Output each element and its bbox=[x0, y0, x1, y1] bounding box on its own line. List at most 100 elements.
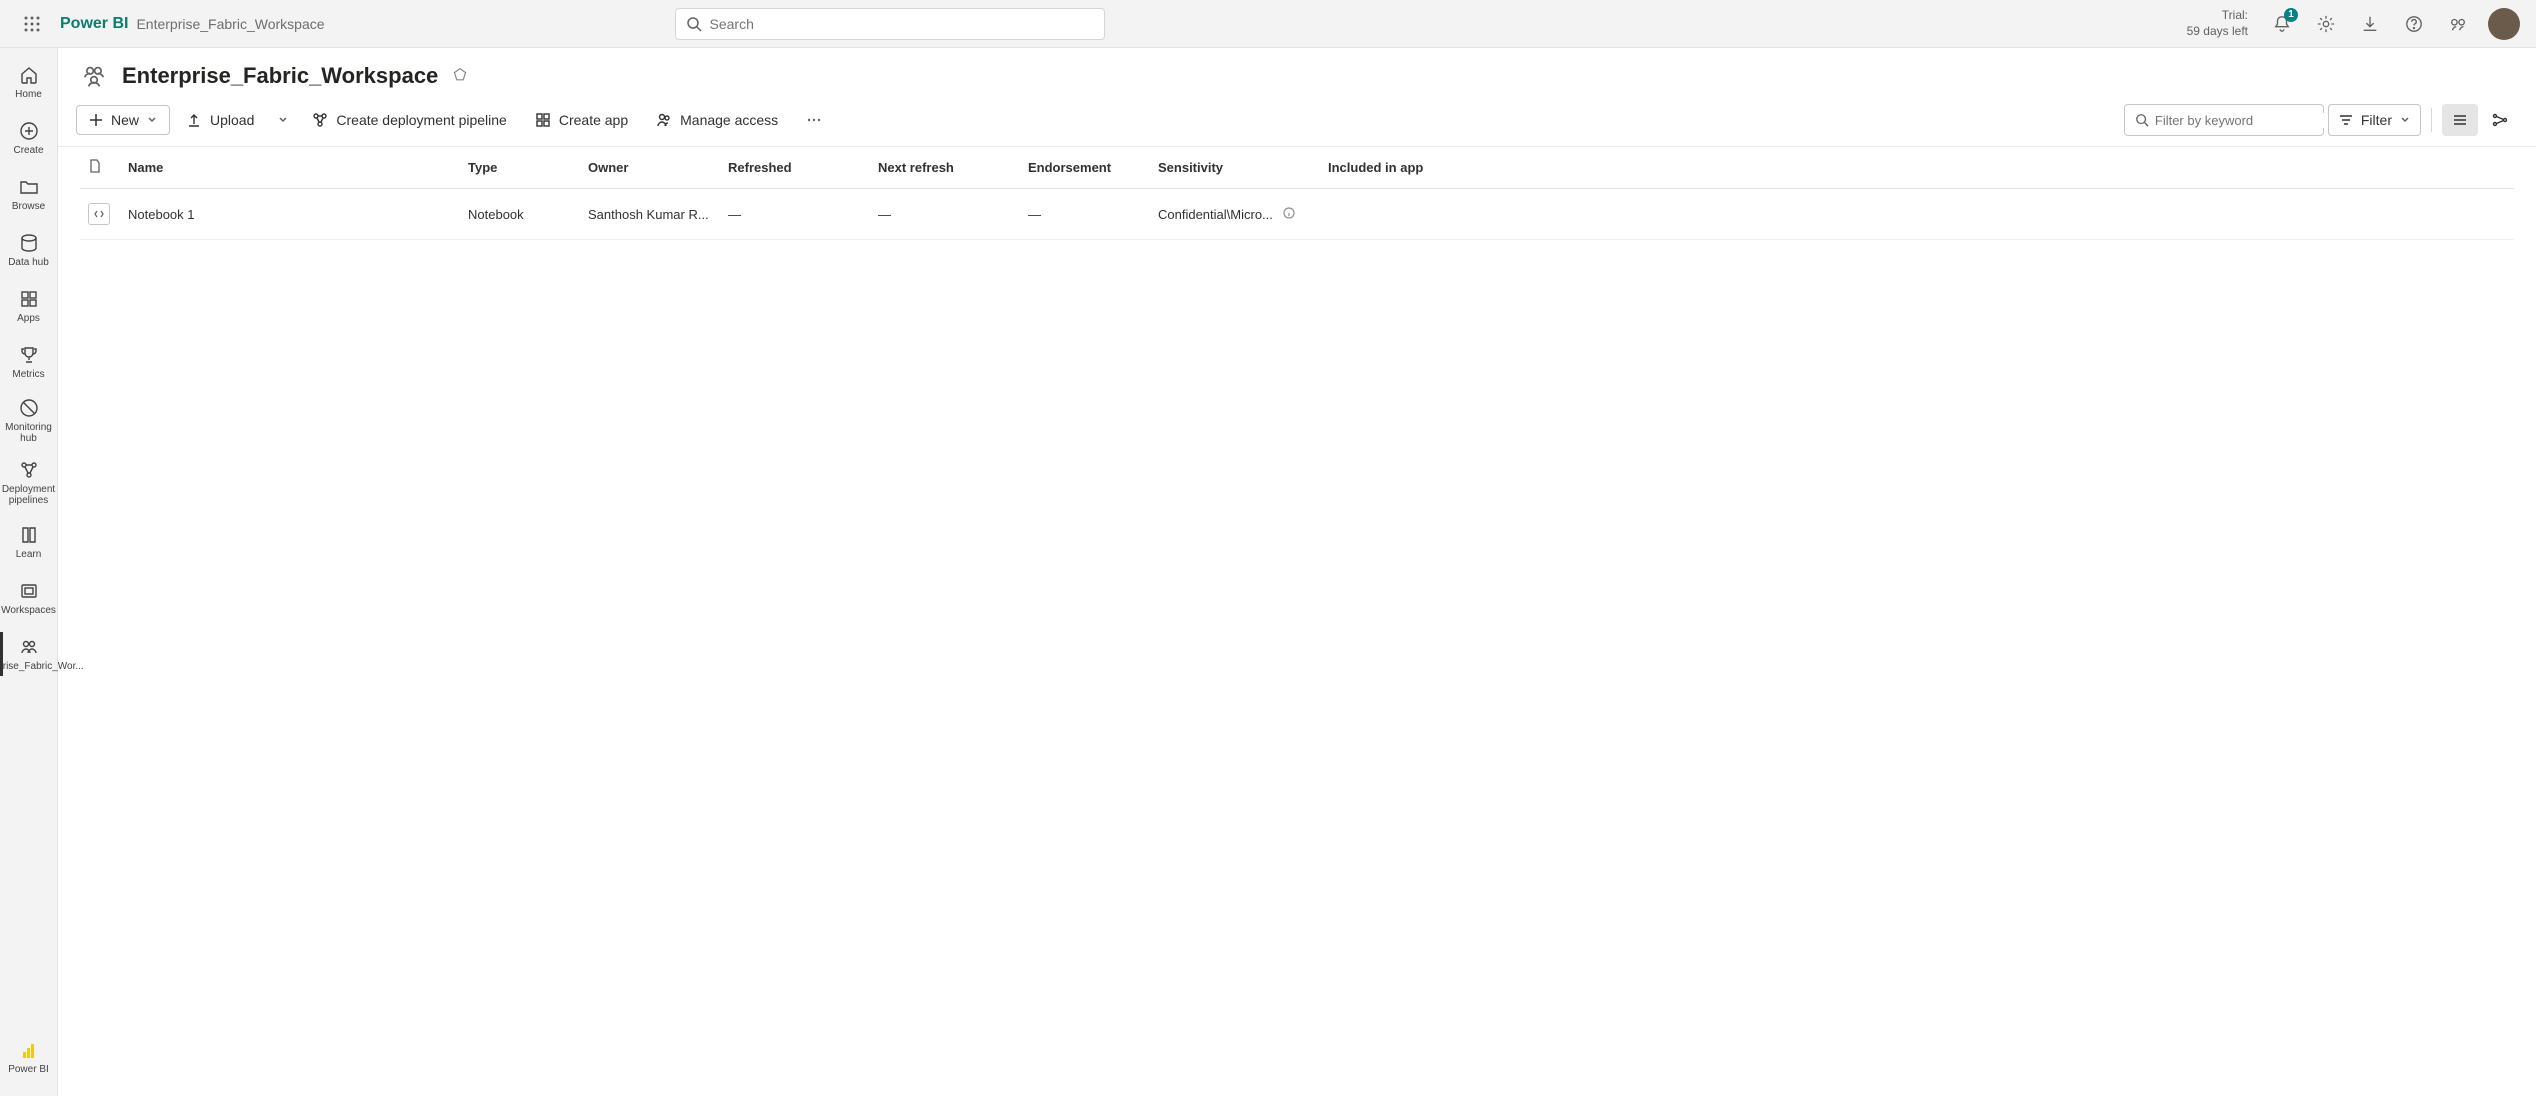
cell-refreshed: — bbox=[720, 189, 870, 240]
upload-button[interactable]: Upload bbox=[174, 106, 266, 134]
breadcrumb[interactable]: Enterprise_Fabric_Workspace bbox=[136, 16, 324, 32]
feedback-icon bbox=[2449, 15, 2467, 33]
workspace-title: Enterprise_Fabric_Workspace bbox=[122, 63, 438, 89]
nav-label: Home bbox=[15, 89, 42, 100]
datahub-icon bbox=[19, 233, 39, 253]
people-icon bbox=[656, 112, 672, 128]
new-label: New bbox=[111, 112, 139, 128]
search-icon bbox=[686, 16, 702, 32]
notification-badge: 1 bbox=[2284, 8, 2298, 22]
plus-icon bbox=[89, 113, 103, 127]
app-label: Create app bbox=[559, 112, 628, 128]
notebook-icon bbox=[88, 203, 110, 225]
manage-access-button[interactable]: Manage access bbox=[644, 106, 790, 134]
file-icon bbox=[88, 159, 102, 173]
filter-keyword-box[interactable] bbox=[2124, 104, 2324, 136]
waffle-icon bbox=[24, 16, 40, 32]
left-nav: Home Create Browse Data hub Apps Metrics… bbox=[0, 48, 58, 1096]
nav-apps[interactable]: Apps bbox=[0, 278, 57, 334]
toolbar: New Upload Create deployment pipeline Cr… bbox=[58, 100, 2536, 147]
nav-create[interactable]: Create bbox=[0, 110, 57, 166]
trial-days: 59 days left bbox=[2187, 24, 2248, 40]
download-icon bbox=[2361, 15, 2379, 33]
app-launcher-button[interactable] bbox=[8, 0, 56, 48]
filter-button[interactable]: Filter bbox=[2328, 104, 2421, 136]
cell-type: Notebook bbox=[460, 189, 580, 240]
col-sensitivity[interactable]: Sensitivity bbox=[1150, 147, 1320, 189]
nav-label: Power BI bbox=[8, 1064, 49, 1075]
nav-metrics[interactable]: Metrics bbox=[0, 334, 57, 390]
list-view-button[interactable] bbox=[2442, 104, 2478, 136]
upload-dropdown[interactable] bbox=[270, 109, 296, 131]
col-endorsement[interactable]: Endorsement bbox=[1020, 147, 1150, 189]
content-table: Name Type Owner Refreshed Next refresh E… bbox=[58, 147, 2536, 1096]
download-button[interactable] bbox=[2348, 0, 2392, 48]
app-icon bbox=[535, 112, 551, 128]
lineage-view-button[interactable] bbox=[2482, 104, 2518, 136]
create-pipeline-button[interactable]: Create deployment pipeline bbox=[300, 106, 518, 134]
cell-name[interactable]: Notebook 1 bbox=[120, 189, 460, 240]
lineage-icon bbox=[2492, 112, 2508, 128]
help-button[interactable] bbox=[2392, 0, 2436, 48]
col-icon[interactable] bbox=[80, 147, 120, 189]
chevron-down-icon bbox=[147, 115, 157, 125]
cell-included bbox=[1320, 189, 2514, 240]
notifications-button[interactable]: 1 bbox=[2260, 0, 2304, 48]
pipeline-icon bbox=[312, 112, 328, 128]
premium-icon[interactable] bbox=[452, 67, 468, 86]
more-button[interactable] bbox=[794, 106, 834, 134]
info-icon[interactable] bbox=[1283, 207, 1295, 222]
nav-label: Create bbox=[13, 145, 43, 156]
access-label: Manage access bbox=[680, 112, 778, 128]
feedback-button[interactable] bbox=[2436, 0, 2480, 48]
new-button[interactable]: New bbox=[76, 105, 170, 135]
search-icon bbox=[2135, 113, 2149, 127]
nav-label: Apps bbox=[17, 313, 40, 324]
nav-label: Learn bbox=[16, 549, 42, 560]
nav-pipelines[interactable]: Deployment pipelines bbox=[0, 452, 57, 514]
col-included[interactable]: Included in app bbox=[1320, 147, 2514, 189]
trial-label: Trial: bbox=[2187, 8, 2248, 24]
nav-label: Enterprise_Fabric_Wor... bbox=[0, 661, 84, 672]
filter-icon bbox=[2339, 113, 2353, 127]
help-icon bbox=[2405, 15, 2423, 33]
nav-label: Metrics bbox=[12, 369, 44, 380]
nav-monitoring[interactable]: Monitoring hub bbox=[0, 390, 57, 452]
more-icon bbox=[806, 112, 822, 128]
col-owner[interactable]: Owner bbox=[580, 147, 720, 189]
workspace-icon bbox=[80, 62, 108, 90]
nav-home[interactable]: Home bbox=[0, 54, 57, 110]
toolbar-divider bbox=[2431, 108, 2432, 132]
table-row[interactable]: Notebook 1 Notebook Santhosh Kumar R... … bbox=[80, 189, 2514, 240]
workspaces-icon bbox=[19, 581, 39, 601]
top-header: Power BI Enterprise_Fabric_Workspace Tri… bbox=[0, 0, 2536, 48]
nav-label: Browse bbox=[12, 201, 45, 212]
cell-next-refresh: — bbox=[870, 189, 1020, 240]
trial-info[interactable]: Trial: 59 days left bbox=[2187, 8, 2248, 39]
settings-button[interactable] bbox=[2304, 0, 2348, 48]
trophy-icon bbox=[19, 345, 39, 365]
col-refreshed[interactable]: Refreshed bbox=[720, 147, 870, 189]
nav-current-workspace[interactable]: Enterprise_Fabric_Wor... bbox=[0, 626, 57, 682]
create-app-button[interactable]: Create app bbox=[523, 106, 640, 134]
gear-icon bbox=[2317, 15, 2335, 33]
nav-label: Workspaces bbox=[1, 605, 56, 616]
brand-label[interactable]: Power BI bbox=[60, 15, 128, 33]
filter-keyword-input[interactable] bbox=[2155, 113, 2331, 128]
nav-browse[interactable]: Browse bbox=[0, 166, 57, 222]
nav-workspaces[interactable]: Workspaces bbox=[0, 570, 57, 626]
home-icon bbox=[19, 65, 39, 85]
col-type[interactable]: Type bbox=[460, 147, 580, 189]
main-content: Enterprise_Fabric_Workspace New Upload C… bbox=[58, 48, 2536, 1096]
nav-powerbi[interactable]: Power BI bbox=[0, 1030, 57, 1086]
list-icon bbox=[2452, 112, 2468, 128]
search-box[interactable] bbox=[675, 8, 1105, 40]
col-name[interactable]: Name bbox=[120, 147, 460, 189]
avatar[interactable] bbox=[2488, 8, 2520, 40]
nav-datahub[interactable]: Data hub bbox=[0, 222, 57, 278]
table-header-row: Name Type Owner Refreshed Next refresh E… bbox=[80, 147, 2514, 189]
nav-learn[interactable]: Learn bbox=[0, 514, 57, 570]
search-input[interactable] bbox=[710, 16, 1094, 32]
col-next-refresh[interactable]: Next refresh bbox=[870, 147, 1020, 189]
cell-endorsement: — bbox=[1020, 189, 1150, 240]
